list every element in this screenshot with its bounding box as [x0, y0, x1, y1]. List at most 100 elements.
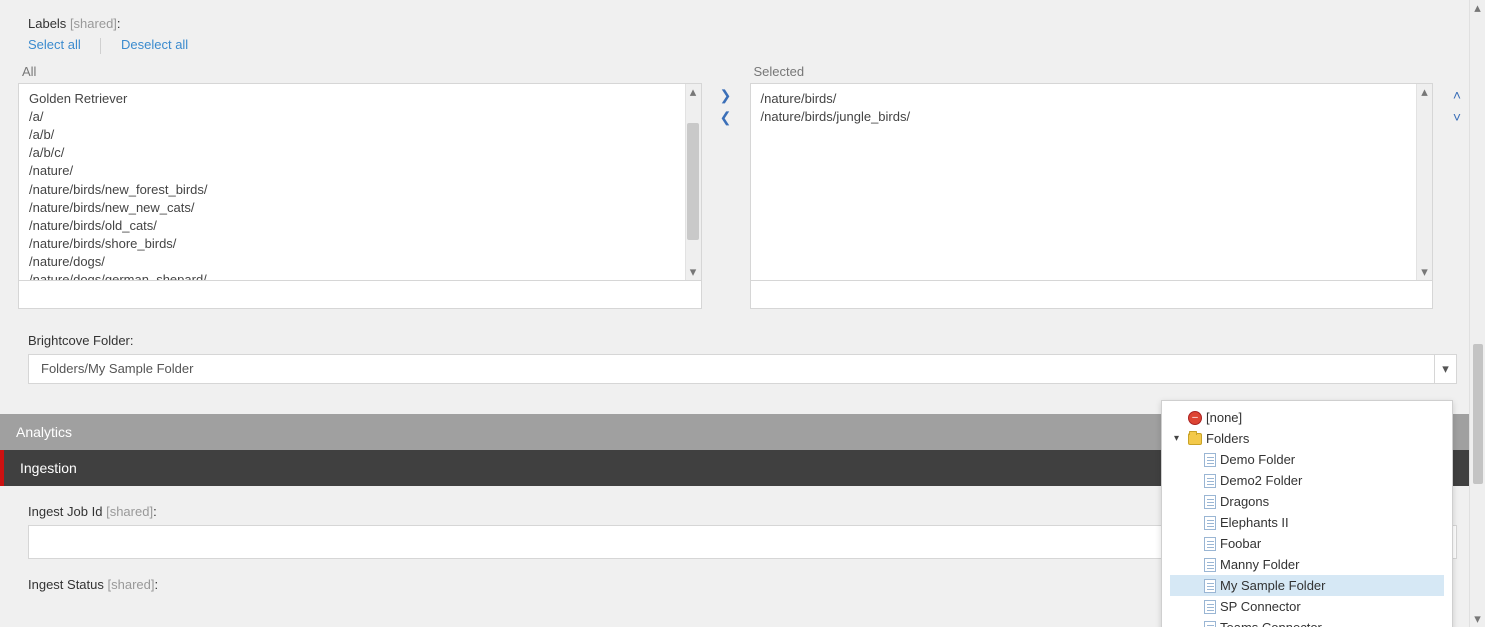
all-list-inner[interactable]: Golden Retriever /a/ /a/b/ /a/b/c/ /natu…: [19, 84, 685, 280]
scroll-down-icon[interactable]: ▾: [1470, 611, 1485, 627]
selected-list-column: Selected /nature/birds/ /nature/birds/ju…: [750, 64, 1434, 281]
section-title: Ingestion: [20, 460, 77, 476]
folder-tree-popup: – [none] ▾ Folders Demo Folder Demo2 Fold…: [1161, 400, 1453, 627]
page-icon: [1204, 453, 1216, 467]
ingest-job-colon: :: [153, 504, 157, 519]
tree-node-none[interactable]: – [none]: [1170, 407, 1444, 428]
tree-children: Demo Folder Demo2 Folder Dragons Elephants …: [1170, 449, 1444, 627]
label-link-row: Select all Deselect all: [18, 35, 1467, 64]
tree-node-label: My Sample Folder: [1220, 578, 1325, 593]
footer-spacer: [1447, 281, 1467, 309]
dual-list-row: All Golden Retriever /a/ /a/b/ /a/b/c/ /…: [18, 64, 1467, 281]
tree-node-folders[interactable]: ▾ Folders: [1170, 428, 1444, 449]
folder-icon: [1188, 433, 1202, 445]
ingest-status-label: Ingest Status: [28, 577, 104, 592]
footer-spacer: [716, 281, 736, 309]
tree-node-item[interactable]: Demo Folder: [1170, 449, 1444, 470]
tree-node-label: Demo Folder: [1220, 452, 1295, 467]
move-up-icon[interactable]: ˄: [1453, 88, 1461, 102]
content-area: Labels [shared]: Select all Deselect all…: [0, 0, 1485, 384]
tree-node-label: Teams Connector: [1220, 620, 1322, 627]
list-item[interactable]: /a/: [29, 108, 675, 126]
scrollbar-thumb[interactable]: [1473, 344, 1483, 484]
page-icon: [1204, 558, 1216, 572]
tree-node-item[interactable]: Demo2 Folder: [1170, 470, 1444, 491]
section-title: Analytics: [16, 424, 72, 440]
list-item[interactable]: Golden Retriever: [29, 90, 675, 108]
labels-colon: :: [117, 16, 121, 31]
list-item[interactable]: /nature/birds/new_new_cats/: [29, 199, 675, 217]
page-icon: [1204, 516, 1216, 530]
scroll-up-icon[interactable]: ▴: [1417, 84, 1432, 100]
tree-collapse-icon[interactable]: ▾: [1174, 433, 1184, 444]
page-icon: [1204, 537, 1216, 551]
tree-node-label: SP Connector: [1220, 599, 1301, 614]
brightcove-label: Brightcove Folder:: [18, 309, 1467, 354]
ingest-status-tag: [shared]: [108, 577, 155, 592]
ingest-job-tag: [shared]: [106, 504, 153, 519]
tree-node-item[interactable]: My Sample Folder: [1170, 575, 1444, 596]
move-right-icon[interactable]: ❯: [720, 88, 732, 102]
page-icon: [1204, 600, 1216, 614]
tree-node-item[interactable]: Foobar: [1170, 533, 1444, 554]
tree-node-label: Demo2 Folder: [1220, 473, 1302, 488]
all-list-box: Golden Retriever /a/ /a/b/ /a/b/c/ /natu…: [18, 83, 702, 281]
selected-list-inner[interactable]: /nature/birds/ /nature/birds/jungle_bird…: [751, 84, 1417, 280]
page-icon: [1204, 621, 1216, 627]
select-all-link[interactable]: Select all: [28, 37, 91, 52]
all-list-scrollbar[interactable]: ▴ ▾: [685, 84, 701, 280]
labels-title: Labels: [28, 16, 66, 31]
list-item[interactable]: /a/b/: [29, 126, 675, 144]
page-icon: [1204, 474, 1216, 488]
move-left-icon[interactable]: ❮: [720, 110, 732, 124]
deselect-all-link[interactable]: Deselect all: [111, 37, 198, 52]
list-item[interactable]: /nature/birds/new_forest_birds/: [29, 181, 675, 199]
tree-node-label: [none]: [1206, 410, 1242, 425]
dropdown-icon[interactable]: ▾: [1434, 355, 1456, 383]
reorder-buttons-column: ˄ ˅: [1447, 64, 1467, 281]
list-item[interactable]: /nature/birds/old_cats/: [29, 217, 675, 235]
tree-node-item[interactable]: Dragons: [1170, 491, 1444, 512]
ingest-status-colon: :: [155, 577, 159, 592]
tree-node-item[interactable]: Manny Folder: [1170, 554, 1444, 575]
ingest-job-label: Ingest Job Id: [28, 504, 102, 519]
scroll-down-icon[interactable]: ▾: [686, 264, 701, 280]
list-item[interactable]: /nature/: [29, 162, 675, 180]
move-down-icon[interactable]: ˅: [1453, 110, 1461, 124]
brightcove-folder-select[interactable]: Folders/My Sample Folder ▾: [28, 354, 1457, 384]
scrollbar-thumb[interactable]: [687, 123, 699, 241]
tree-node-label: Elephants II: [1220, 515, 1289, 530]
page-icon: [1204, 495, 1216, 509]
selected-list-header: Selected: [750, 64, 1434, 83]
tree-node-item[interactable]: Teams Connector: [1170, 617, 1444, 627]
list-item[interactable]: /nature/birds/: [761, 90, 1407, 108]
page-scrollbar[interactable]: ▴ ▾: [1469, 0, 1485, 627]
all-list-footer: [18, 281, 702, 309]
list-item[interactable]: /nature/birds/jungle_birds/: [761, 108, 1407, 126]
link-separator: [100, 38, 101, 54]
list-item[interactable]: /nature/birds/shore_birds/: [29, 235, 675, 253]
scroll-up-icon[interactable]: ▴: [686, 84, 701, 100]
move-buttons-column: ❯ ❮: [716, 64, 736, 281]
all-list-header: All: [18, 64, 702, 83]
all-list-column: All Golden Retriever /a/ /a/b/ /a/b/c/ /…: [18, 64, 702, 281]
tree-node-item[interactable]: SP Connector: [1170, 596, 1444, 617]
list-item[interactable]: /a/b/c/: [29, 144, 675, 162]
list-item[interactable]: /nature/dogs/: [29, 253, 675, 271]
tree-node-label: Dragons: [1220, 494, 1269, 509]
dual-list-footer-row: [18, 281, 1467, 309]
tree-node-item[interactable]: Elephants II: [1170, 512, 1444, 533]
selected-list-scrollbar[interactable]: ▴ ▾: [1416, 84, 1432, 280]
page-icon: [1204, 579, 1216, 593]
page-root: Labels [shared]: Select all Deselect all…: [0, 0, 1485, 627]
tree-node-label: Folders: [1206, 431, 1249, 446]
tree-node-label: Foobar: [1220, 536, 1261, 551]
scroll-up-icon[interactable]: ▴: [1470, 0, 1485, 16]
list-item[interactable]: /nature/dogs/german_shepard/: [29, 271, 675, 279]
brightcove-folder-value: Folders/My Sample Folder: [41, 361, 193, 376]
none-icon: –: [1188, 411, 1202, 425]
selected-list-box: /nature/birds/ /nature/birds/jungle_bird…: [750, 83, 1434, 281]
selected-list-footer: [750, 281, 1434, 309]
labels-shared-tag: [shared]: [70, 16, 117, 31]
scroll-down-icon[interactable]: ▾: [1417, 264, 1432, 280]
